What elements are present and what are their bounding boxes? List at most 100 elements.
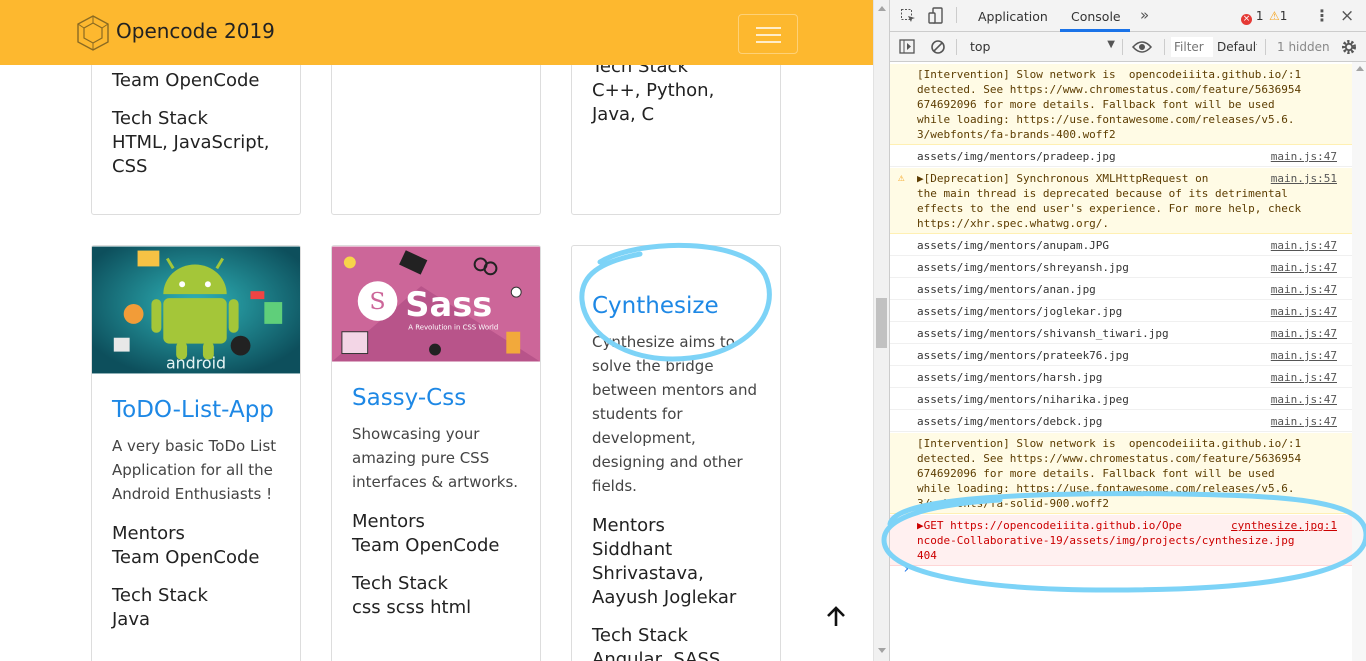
console-message-text: [Intervention] Slow network is opencodei…: [917, 437, 1302, 510]
hidden-messages-count: 1 hidden: [1277, 40, 1330, 54]
project-title[interactable]: Cynthesize: [592, 292, 772, 320]
tab-application[interactable]: Application: [978, 9, 1048, 24]
console-log-row[interactable]: assets/img/mentors/prateek76.jpg main.js:…: [890, 345, 1366, 366]
tech-stack-label: Tech Stack: [592, 625, 688, 646]
web-page: Opencode 2019 Team OpenCode Tech Stack H…: [0, 0, 873, 661]
warning-count-badge[interactable]: ⚠1: [1269, 9, 1287, 23]
context-selector[interactable]: top ▼: [970, 39, 1115, 54]
toolbar-separator: [1122, 39, 1123, 55]
eye-icon[interactable]: [1132, 40, 1152, 54]
warning-icon: ⚠: [898, 171, 905, 184]
console-log-row[interactable]: assets/img/mentors/shreyansh.jpg main.js:…: [890, 257, 1366, 278]
console-source-link[interactable]: main.js:47: [1271, 149, 1337, 164]
project-description: Cynthesize aims to solve the bridge betw…: [592, 333, 758, 495]
error-count-badge[interactable]: × 1: [1241, 9, 1263, 25]
tech-stack-value: C++, Python, Java, C: [592, 80, 715, 125]
navbar: Opencode 2019: [0, 0, 873, 65]
console-source-link[interactable]: main.js:47: [1271, 260, 1337, 275]
sidebar-toggle-icon[interactable]: [899, 39, 915, 54]
tech-stack-value: css scss html: [352, 597, 472, 618]
console-source-link[interactable]: main.js:47: [1271, 392, 1337, 407]
dropdown-arrow-icon: ▼: [1107, 39, 1115, 50]
console-scrollbar[interactable]: [1352, 62, 1366, 661]
log-levels-dropdown[interactable]: Default: [1217, 40, 1257, 54]
tech-stack-value: Java: [112, 609, 151, 630]
more-tabs-icon[interactable]: »: [1140, 6, 1149, 24]
console-source-link[interactable]: main.js:47: [1271, 326, 1337, 341]
mentors-value: Team OpenCode: [352, 535, 500, 556]
mentors-value: Siddhant Shrivastava, Aayush Joglekar: [592, 539, 737, 608]
settings-gear-icon[interactable]: [1340, 38, 1358, 56]
console-log-row[interactable]: assets/img/mentors/pradeep.jpg main.js:47: [890, 146, 1366, 167]
project-title[interactable]: ToDO-List-App: [112, 396, 292, 424]
toolbar-separator: [1265, 39, 1266, 55]
console-source-link[interactable]: main.js:47: [1271, 238, 1337, 253]
android-project-image: android: [92, 246, 300, 374]
error-icon: ×: [1241, 14, 1252, 25]
inspect-element-icon[interactable]: [900, 8, 916, 24]
console-filter-input[interactable]: [1171, 37, 1213, 57]
console-prompt[interactable]: ›: [902, 561, 910, 577]
sass-logo-icon: S: [369, 287, 385, 315]
console-source-link[interactable]: main.js:47: [1271, 282, 1337, 297]
brand-title[interactable]: Opencode 2019: [116, 19, 275, 43]
devtools-panel: Application Console » × 1 ⚠1 ⋮ × top ▼ F…: [889, 0, 1366, 661]
console-log-row[interactable]: assets/img/mentors/anupam.JPG main.js:47: [890, 235, 1366, 256]
console-warning-row[interactable]: ⚠ ▶[Deprecation] Synchronous XMLHttpReque…: [890, 168, 1366, 234]
warning-icon: ⚠: [1269, 9, 1280, 23]
console-warning-row[interactable]: [Intervention] Slow network is opencodei…: [890, 64, 1366, 145]
clear-console-icon[interactable]: [930, 39, 946, 55]
project-card-sassy-css: S Sass A Revolution in CSS World Sassy-C…: [331, 245, 541, 661]
mentors-label: Mentors: [112, 523, 185, 544]
tech-stack-label: Tech Stack: [112, 585, 208, 606]
console-source-link[interactable]: main.js:47: [1271, 304, 1337, 319]
console-log-row[interactable]: assets/img/mentors/shivansh_tiwari.jpg ma…: [890, 323, 1366, 344]
sass-image-subtext: A Revolution in CSS World: [408, 324, 498, 332]
kebab-menu-icon[interactable]: ⋮: [1314, 6, 1330, 25]
menu-bar-icon: [756, 41, 781, 43]
console-source-link[interactable]: main.js:47: [1271, 348, 1337, 363]
console-log-row[interactable]: assets/img/mentors/niharika.jpeg main.js:…: [890, 389, 1366, 410]
mentors-label: Mentors: [352, 511, 425, 532]
project-description: A very basic ToDo List Application for a…: [112, 437, 277, 503]
page-scrollbar-thumb[interactable]: [876, 298, 887, 348]
toolbar-separator: [1164, 39, 1165, 55]
mentors-value: Team OpenCode: [112, 547, 260, 568]
console-error-row[interactable]: ▶GET https://opencodeiiita.github.io/Ope…: [890, 515, 1366, 566]
console-warning-row[interactable]: [Intervention] Slow network is opencodei…: [890, 433, 1366, 514]
tech-stack-value: HTML, JavaScript, CSS: [112, 132, 270, 177]
project-title[interactable]: Sassy-Css: [352, 384, 532, 412]
sass-project-image: S Sass A Revolution in CSS World: [332, 246, 540, 362]
tech-stack-value: Angular, SASS: [592, 649, 721, 661]
project-card-todo-list-app: android ToDO-List-App A very basic ToDo …: [91, 245, 301, 661]
console-log-row[interactable]: assets/img/mentors/joglekar.jpg main.js:4…: [890, 301, 1366, 322]
arrow-up-icon[interactable]: [823, 604, 849, 630]
android-image-text: android: [166, 353, 226, 372]
scroll-up-arrow-icon[interactable]: [878, 6, 886, 11]
menu-bar-icon: [756, 27, 781, 29]
device-toolbar-icon[interactable]: [928, 7, 944, 25]
console-source-link[interactable]: main.js:47: [1271, 414, 1337, 429]
console-log-row[interactable]: assets/img/mentors/harsh.jpg main.js:47: [890, 367, 1366, 388]
console-source-link[interactable]: main.js:47: [1271, 370, 1337, 385]
error-count: 1: [1255, 9, 1264, 23]
console-source-link[interactable]: cynthesize.jpg:1: [1231, 518, 1337, 533]
hamburger-menu-button[interactable]: [738, 14, 798, 54]
sass-image-text: Sass: [405, 285, 492, 324]
tab-console[interactable]: Console: [1071, 9, 1121, 24]
console-log-row[interactable]: assets/img/mentors/debck.jpg main.js:47: [890, 411, 1366, 432]
mentors-label: Mentors: [592, 515, 665, 536]
project-card-cynthesize: Cynthesize Cynthesize aims to solve the …: [571, 245, 781, 661]
toolbar-separator: [956, 7, 957, 23]
close-devtools-icon[interactable]: ×: [1340, 6, 1354, 26]
scroll-down-arrow-icon[interactable]: [878, 648, 886, 653]
opencode-logo-icon[interactable]: [74, 14, 112, 52]
console-scroll-up-icon[interactable]: [1356, 66, 1364, 71]
console-log-row[interactable]: assets/img/mentors/anan.jpg main.js:47: [890, 279, 1366, 300]
context-value: top: [970, 39, 991, 54]
page-scrollbar[interactable]: [873, 0, 889, 661]
mentors-value: Team OpenCode: [112, 70, 260, 91]
console-message-text: [Intervention] Slow network is opencodei…: [917, 68, 1302, 141]
console-source-link[interactable]: main.js:51: [1271, 171, 1337, 186]
tech-stack-label: Tech Stack: [352, 573, 448, 594]
